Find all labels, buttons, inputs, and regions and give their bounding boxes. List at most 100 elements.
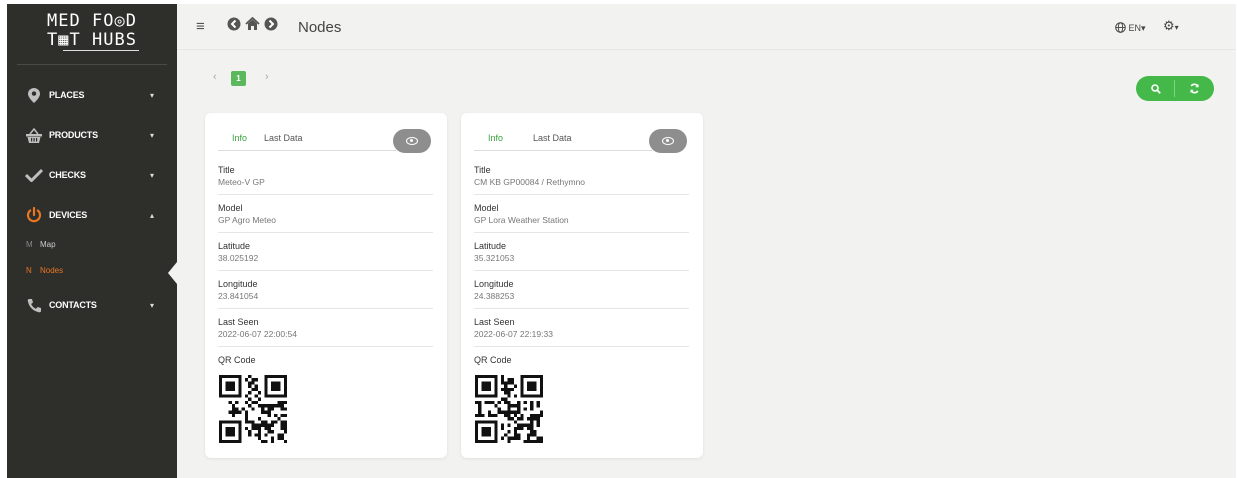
top-bar: ≡ Nodes EN▾ ⚙▾ xyxy=(177,4,1236,50)
field-label: Model xyxy=(218,203,243,213)
field-model: Model GP Agro Meteo xyxy=(218,197,433,233)
sidebar-item-label: PRODUCTS xyxy=(49,130,98,140)
sidebar-item-devices[interactable]: DEVICES ▴ xyxy=(7,204,177,226)
field-title: Title CM KB GP00084 / Rethymno xyxy=(474,159,689,195)
field-title: Title Meteo-V GP xyxy=(218,159,433,195)
language-selector[interactable]: EN▾ xyxy=(1115,22,1146,34)
sidebar-divider xyxy=(17,64,167,65)
field-label: Title xyxy=(218,165,235,175)
node-card: Info Last Data Title CM KB GP00084 / Ret… xyxy=(461,113,703,458)
qr-code-image xyxy=(475,375,543,443)
card-tabs: Info Last Data xyxy=(218,129,396,151)
logo-underline xyxy=(63,50,139,51)
page-title: Nodes xyxy=(298,19,342,36)
field-label: Longitude xyxy=(218,279,258,289)
subitem-label: Map xyxy=(40,239,56,249)
search-icon xyxy=(1150,83,1161,94)
field-value: 38.025192 xyxy=(218,253,259,263)
field-longitude: Longitude 23.841054 xyxy=(218,273,433,309)
sidebar-item-label: PLACES xyxy=(49,90,85,100)
field-label: Model xyxy=(474,203,499,213)
field-last-seen: Last Seen 2022-06-07 22:00:54 xyxy=(218,311,433,347)
phone-icon xyxy=(25,296,43,314)
sidebar-item-label: CONTACTS xyxy=(49,300,97,310)
caret-down-icon: ▾ xyxy=(150,90,155,100)
field-model: Model GP Lora Weather Station xyxy=(474,197,689,233)
sidebar-item-places[interactable]: PLACES ▾ xyxy=(7,84,177,106)
eye-icon xyxy=(662,137,674,145)
subitem-letter: N xyxy=(26,265,32,275)
pagination-next[interactable]: › xyxy=(265,71,269,83)
home-icon[interactable] xyxy=(245,16,260,34)
gear-icon: ⚙ xyxy=(1163,18,1175,33)
language-code: EN xyxy=(1128,23,1142,33)
field-label: Longitude xyxy=(474,279,514,289)
app-frame: MED FO◎D T▦T HUBS PLACES ▾ PRODUCTS ▾ CH… xyxy=(7,4,1236,478)
logo[interactable]: MED FO◎D T▦T HUBS xyxy=(7,4,177,66)
sidebar-item-products[interactable]: PRODUCTS ▾ xyxy=(7,124,177,146)
eye-icon xyxy=(406,137,418,145)
search-button[interactable] xyxy=(1136,76,1175,101)
pagination-prev[interactable]: ‹ xyxy=(213,71,217,83)
sidebar-subitem-nodes[interactable]: N Nodes xyxy=(7,262,177,278)
logo-line-2: T▦T HUBS xyxy=(47,30,137,50)
field-label: Last Seen xyxy=(474,317,515,327)
field-value: CM KB GP00084 / Rethymno xyxy=(474,177,586,187)
qr-code-image xyxy=(219,375,287,443)
field-label: QR Code xyxy=(218,355,256,365)
forward-icon[interactable] xyxy=(264,17,278,34)
map-marker-icon xyxy=(25,86,43,104)
refresh-icon xyxy=(1190,83,1199,94)
basket-icon xyxy=(25,126,43,144)
field-latitude: Latitude 35.321053 xyxy=(474,235,689,271)
sidebar-subitem-map[interactable]: M Map xyxy=(7,236,177,252)
action-button-group xyxy=(1136,76,1214,101)
field-value: GP Agro Meteo xyxy=(218,215,276,225)
settings-menu[interactable]: ⚙▾ xyxy=(1163,18,1179,34)
field-label: QR Code xyxy=(474,355,512,365)
active-item-pointer xyxy=(168,262,177,284)
caret-down-icon: ▾ xyxy=(150,300,155,310)
caret-down-icon: ▾ xyxy=(150,130,155,140)
field-latitude: Latitude 38.025192 xyxy=(218,235,433,271)
field-qr-code: QR Code xyxy=(218,349,433,369)
view-button[interactable] xyxy=(393,129,431,153)
field-label: Last Seen xyxy=(218,317,259,327)
field-value: 23.841054 xyxy=(218,291,259,301)
check-icon xyxy=(25,166,43,184)
field-label: Latitude xyxy=(218,241,251,251)
tab-info[interactable]: Info xyxy=(488,133,503,143)
sidebar-item-contacts[interactable]: CONTACTS ▾ xyxy=(7,294,177,316)
tab-info[interactable]: Info xyxy=(232,133,247,143)
sidebar-item-checks[interactable]: CHECKS ▾ xyxy=(7,164,177,186)
field-value: Meteo-V GP xyxy=(218,177,265,187)
subitem-label: Nodes xyxy=(40,265,64,275)
pagination-page[interactable]: 1 xyxy=(231,71,246,86)
field-value: 35.321053 xyxy=(474,253,515,263)
back-icon[interactable] xyxy=(227,17,241,34)
refresh-button[interactable] xyxy=(1175,76,1214,101)
field-value: 2022-06-07 22:19:33 xyxy=(474,329,553,339)
caret-down-icon: ▾ xyxy=(1174,23,1179,32)
hamburger-menu-icon[interactable]: ≡ xyxy=(196,18,205,35)
caret-up-icon: ▴ xyxy=(150,210,155,220)
power-icon xyxy=(25,206,43,224)
field-longitude: Longitude 24.388253 xyxy=(474,273,689,309)
field-value: 2022-06-07 22:00:54 xyxy=(218,329,297,339)
tab-last-data[interactable]: Last Data xyxy=(533,133,572,143)
field-last-seen: Last Seen 2022-06-07 22:19:33 xyxy=(474,311,689,347)
subitem-letter: M xyxy=(26,239,33,249)
caret-down-icon: ▾ xyxy=(150,170,155,180)
field-label: Title xyxy=(474,165,491,175)
sidebar: MED FO◎D T▦T HUBS PLACES ▾ PRODUCTS ▾ CH… xyxy=(7,4,177,478)
globe-icon xyxy=(1115,22,1129,33)
tab-last-data[interactable]: Last Data xyxy=(264,133,303,143)
logo-line-1: MED FO◎D xyxy=(47,11,137,31)
caret-down-icon: ▾ xyxy=(1141,23,1146,33)
field-value: GP Lora Weather Station xyxy=(474,215,569,225)
field-value: 24.388253 xyxy=(474,291,515,301)
card-tabs: Info Last Data xyxy=(474,129,652,151)
sidebar-item-label: CHECKS xyxy=(49,170,86,180)
field-label: Latitude xyxy=(474,241,507,251)
view-button[interactable] xyxy=(649,129,687,153)
